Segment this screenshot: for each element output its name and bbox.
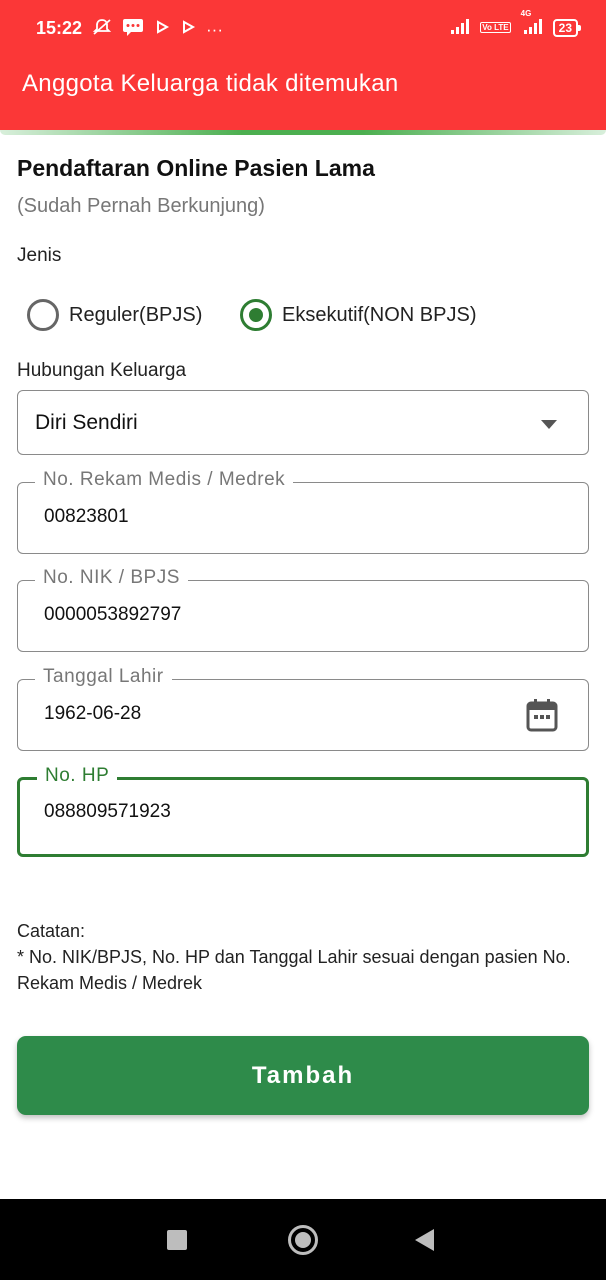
error-banner: Anggota Keluarga tidak ditemukan [0, 58, 606, 130]
dropdown-selected-value: Diri Sendiri [35, 411, 138, 434]
field-label: No. NIK / BPJS [35, 567, 188, 589]
navigation-bar [0, 1199, 606, 1280]
radio-label: Reguler(BPJS) [69, 303, 203, 326]
rekam-medis-input[interactable]: 00823801 [44, 506, 514, 528]
note-title: Catatan: [17, 921, 86, 941]
hubungan-keluarga-dropdown[interactable]: Diri Sendiri [17, 390, 589, 455]
signal-icon [450, 18, 472, 37]
volte-icon: Vo LTE [480, 22, 511, 33]
recent-apps-icon[interactable] [167, 1230, 187, 1250]
battery-icon: 23 [552, 18, 582, 37]
note-body: * No. NIK/BPJS, No. HP dan Tanggal Lahir… [17, 947, 571, 993]
radio-reguler-bpjs[interactable]: Reguler(BPJS) [27, 299, 202, 331]
home-icon[interactable] [288, 1225, 318, 1255]
no-hp-field[interactable]: No. HP 088809571923 [17, 765, 589, 857]
status-system-icons: Vo LTE 4G 23 [450, 9, 582, 37]
tanggal-lahir-input[interactable]: 1962-06-28 [44, 703, 514, 725]
chevron-down-icon[interactable] [541, 420, 557, 429]
hubungan-keluarga-label: Hubungan Keluarga [17, 360, 187, 381]
signal-4g-icon: 4G [519, 9, 545, 37]
note-section: Catatan: * No. NIK/BPJS, No. HP dan Tang… [17, 918, 577, 996]
message-icon [122, 17, 144, 42]
tambah-button[interactable]: Tambah [17, 1036, 589, 1115]
banner-message: Anggota Keluarga tidak ditemukan [22, 70, 399, 97]
radio-eksekutif-non-bpjs[interactable]: Eksekutif(NON BPJS) [240, 299, 476, 331]
nik-bpjs-field[interactable]: No. NIK / BPJS 0000053892797 [17, 567, 589, 652]
network-type: 4G [520, 9, 532, 18]
mute-icon [92, 17, 112, 42]
field-label: No. HP [37, 765, 118, 787]
play-icon [154, 19, 170, 40]
status-time: 15:22 [36, 18, 83, 38]
no-hp-input[interactable]: 088809571923 [44, 801, 514, 823]
status-notification-icons: ··· [92, 17, 223, 42]
radio-circle[interactable] [27, 299, 59, 331]
banner-divider [0, 130, 606, 135]
more-notifications-icon: ··· [206, 19, 223, 39]
tanggal-lahir-field[interactable]: Tanggal Lahir 1962-06-28 [17, 666, 589, 751]
nik-bpjs-input[interactable]: 0000053892797 [44, 604, 514, 626]
status-bar: 15:22 ··· Vo LTE 4G 23 [0, 0, 606, 58]
back-icon[interactable] [415, 1229, 434, 1251]
field-label: No. Rekam Medis / Medrek [35, 469, 294, 491]
page-subtitle: (Sudah Pernah Berkunjung) [17, 195, 265, 217]
page-title: Pendaftaran Online Pasien Lama [17, 155, 375, 181]
play-icon [180, 19, 196, 40]
field-label: Tanggal Lahir [35, 666, 172, 688]
jenis-label: Jenis [17, 245, 62, 266]
rekam-medis-field[interactable]: No. Rekam Medis / Medrek 00823801 [17, 469, 589, 554]
radio-label: Eksekutif(NON BPJS) [282, 303, 477, 326]
radio-circle[interactable] [240, 299, 272, 331]
calendar-icon[interactable] [526, 698, 558, 732]
